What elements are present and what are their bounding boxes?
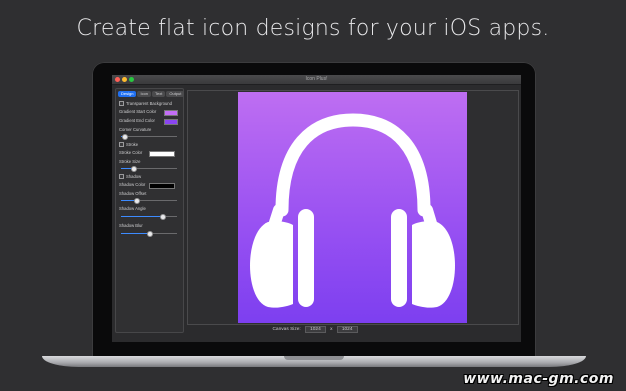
canvas-height-field[interactable]: 1024 [336, 326, 358, 333]
icon-preview[interactable] [238, 92, 467, 323]
design-sidebar: Design Icon Text Output Transparent Back… [115, 88, 185, 333]
shadow-angle-fill [121, 216, 162, 217]
laptop-notch [284, 356, 344, 360]
headphones-icon [250, 113, 455, 308]
stroke-size-knob[interactable] [131, 166, 138, 172]
transparent-background-label: Transparent Background [126, 101, 172, 106]
gradient-start-label: Gradient Start Color [119, 109, 157, 114]
stroke-size-label: Stroke Size [119, 159, 141, 164]
stroke-label: Stroke [126, 142, 139, 147]
shadow-blur-slider[interactable] [121, 231, 177, 237]
corner-curvature-slider[interactable] [121, 134, 177, 140]
shadow-color-well[interactable] [149, 183, 175, 189]
app-window: Icon Plus! Design Icon Text Output Trans… [112, 75, 521, 342]
shadow-offset-label: Shadow Offset [119, 191, 147, 196]
tab-output[interactable]: Output [166, 91, 185, 97]
shadow-blur-label: Shadow Blur [119, 223, 143, 228]
gradient-end-color-well[interactable] [164, 119, 178, 125]
canvas-size-separator: x [330, 327, 333, 332]
window-title: Icon Plus! [305, 76, 328, 82]
canvas-size-label: Canvas Size: [272, 327, 301, 332]
canvas-area [187, 90, 519, 325]
title-bar: Icon Plus! [112, 75, 521, 85]
stroke-checkbox[interactable] [119, 142, 124, 148]
shadow-blur-knob[interactable] [147, 231, 153, 237]
shadow-row: Shadow [119, 174, 142, 180]
corner-curvature-label: Corner Curvature [119, 127, 152, 132]
transparent-background-checkbox[interactable] [119, 101, 124, 107]
transparent-background-row: Transparent Background [119, 101, 172, 107]
stroke-size-slider[interactable] [121, 166, 177, 172]
headline: Create flat icon designs for your iOS ap… [76, 16, 550, 41]
shadow-offset-slider[interactable] [121, 198, 177, 204]
canvas-width-field[interactable]: 1024 [305, 326, 326, 333]
corner-curvature-knob[interactable] [121, 134, 128, 140]
shadow-checkbox[interactable] [119, 174, 124, 180]
tab-design[interactable]: Design [118, 91, 137, 97]
stroke-row: Stroke [119, 142, 139, 148]
canvas-size-bar: Canvas Size: 1024 x 1024 [112, 326, 521, 333]
stroke-color-well[interactable] [149, 151, 175, 157]
tab-bar: Design Icon Text Output [118, 91, 185, 97]
shadow-angle-knob[interactable] [159, 214, 166, 220]
stroke-color-label: Stroke Color [119, 150, 143, 155]
gradient-start-color-well[interactable] [164, 110, 178, 116]
tab-text[interactable]: Text [152, 91, 166, 97]
watermark: www.mac-gm.com [463, 371, 614, 387]
shadow-blur-fill [121, 233, 149, 234]
shadow-angle-label: Shadow Angle [119, 206, 146, 211]
tab-icon[interactable]: Icon [137, 91, 152, 97]
shadow-label: Shadow [126, 174, 142, 179]
shadow-offset-knob[interactable] [134, 198, 141, 204]
shadow-color-label: Shadow Color [119, 182, 146, 187]
gradient-end-label: Gradient End Color [119, 118, 155, 123]
shadow-angle-slider[interactable] [121, 214, 177, 220]
